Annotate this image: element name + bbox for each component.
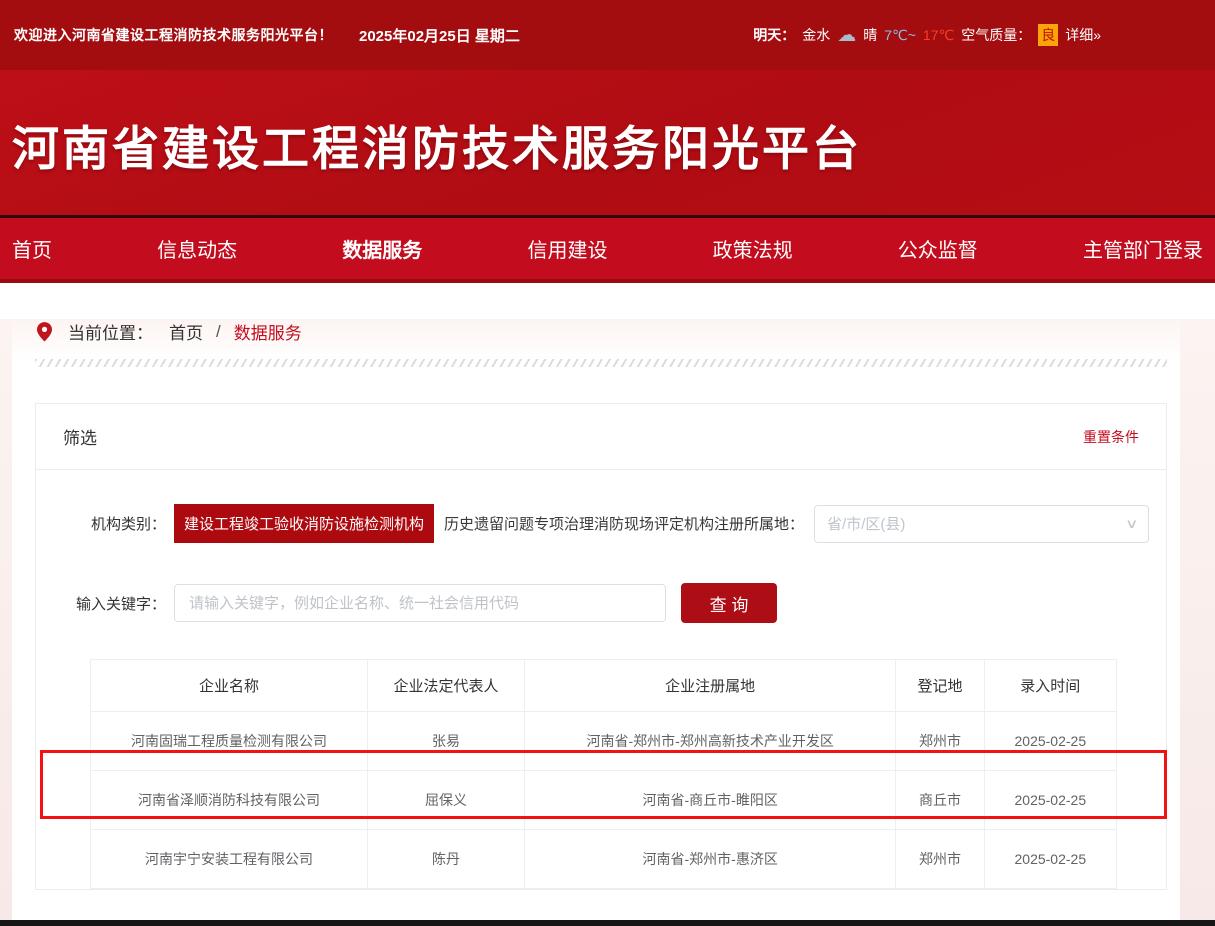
region-select[interactable]: 省/市/区(县) ∨ [814,505,1149,543]
table-header-cell: 企业名称 [91,660,368,712]
category-option-unselected[interactable]: 历史遗留问题专项治理消防现场评定机构 [444,513,714,534]
nav-item-6[interactable]: 公众监督 [898,234,978,263]
page: 欢迎进入河南省建设工程消防技术服务阳光平台！ 2025年02月25日 星期二 明… [0,0,1215,926]
breadcrumb: 当前位置： 首页 / 数据服务 [37,319,1215,344]
table-row: 河南宇宁安装工程有限公司陈丹河南省-郑州市-惠济区郑州市2025-02-25 [91,830,1117,889]
keyword-filter-row: 输入关键字： 查 询 [60,583,1142,623]
table-cell: 屈保义 [368,771,525,830]
table-cell: 河南省-商丘市-睢阳区 [524,771,895,830]
category-filter-row: 机构类别： 建设工程竣工验收消防设施检测机构 历史遗留问题专项治理消防现场评定机… [60,504,1142,543]
nav-item-7[interactable]: 主管部门登录 [1083,234,1203,263]
table-header-row: 企业名称企业法定代表人企业注册属地登记地录入时间 [91,660,1117,712]
nav-item-4[interactable]: 信用建设 [527,234,607,263]
weather-label: 明天： [753,25,795,45]
weather-district: 金水 [802,25,830,45]
table-cell: 商丘市 [896,771,984,830]
table-body: 河南固瑞工程质量检测有限公司张易河南省-郑州市-郑州高新技术产业开发区郑州市20… [91,712,1117,889]
filter-panel-body: 机构类别： 建设工程竣工验收消防设施检测机构 历史遗留问题专项治理消防现场评定机… [36,470,1166,889]
breadcrumb-home-link[interactable]: 首页 [169,319,203,344]
chevron-down-icon: ∨ [1125,516,1138,532]
filter-panel: 筛选 重置条件 机构类别： 建设工程竣工验收消防设施检测机构 历史遗留问题专项治… [35,403,1167,890]
right-edge-strip [1180,319,1215,926]
slash-divider [35,359,1167,367]
table-header-cell: 登记地 [896,660,984,712]
left-edge-strip [0,319,12,926]
table-cell: 河南省泽顺消防科技有限公司 [91,771,368,830]
table-cell: 河南省-郑州市-郑州高新技术产业开发区 [524,712,895,771]
table-row: 河南省泽顺消防科技有限公司屈保义河南省-商丘市-睢阳区商丘市2025-02-25 [91,771,1117,830]
main-nav: 首页 信息动态 数据服务 信用建设 政策法规 公众监督 主管部门登录 [0,218,1215,283]
reset-filters-link[interactable]: 重置条件 [1083,427,1139,447]
table-cell: 河南省-郑州市-惠济区 [524,830,895,889]
nav-item-5[interactable]: 政策法规 [713,234,793,263]
table-cell: 河南固瑞工程质量检测有限公司 [91,712,368,771]
keyword-label: 输入关键字： [60,593,166,614]
region-label: 注册所属地： [714,513,804,534]
table-cell: 2025-02-25 [984,712,1116,771]
region-select-placeholder: 省/市/区(县) [827,513,905,534]
table-header-cell: 录入时间 [984,660,1116,712]
filter-panel-header: 筛选 重置条件 [36,404,1166,470]
table-cell: 2025-02-25 [984,771,1116,830]
location-pin-icon [37,322,52,342]
table-cell: 2025-02-25 [984,830,1116,889]
welcome-text: 欢迎进入河南省建设工程消防技术服务阳光平台！ [14,25,333,45]
weather-widget: 明天： 金水 ☁ 晴 7℃~ 17℃ 空气质量： 良 详细» [753,24,1101,46]
table-cell: 陈丹 [368,830,525,889]
weather-condition: 晴 [863,25,877,45]
temp-high: 17℃ [923,27,954,44]
breadcrumb-label: 当前位置： [68,319,153,344]
table-cell: 郑州市 [896,712,984,771]
temp-low: 7℃~ [884,27,916,44]
breadcrumb-separator: / [216,322,221,342]
table-cell: 张易 [368,712,525,771]
category-option-selected[interactable]: 建设工程竣工验收消防设施检测机构 [174,504,434,543]
category-label: 机构类别： [60,513,166,534]
results-table-wrap: 企业名称企业法定代表人企业注册属地登记地录入时间 河南固瑞工程质量检测有限公司张… [90,659,1117,889]
current-date: 2025年02月25日 星期二 [359,25,520,46]
table-row: 河南固瑞工程质量检测有限公司张易河南省-郑州市-郑州高新技术产业开发区郑州市20… [91,712,1117,771]
keyword-input[interactable] [174,584,666,622]
site-title: 河南省建设工程消防技术服务阳光平台 [0,70,1215,179]
table-header-cell: 企业注册属地 [524,660,895,712]
aqi-badge: 良 [1038,24,1058,46]
nav-item-2[interactable]: 信息动态 [157,234,237,263]
nav-item-1[interactable]: 首页 [12,234,52,263]
table-cell: 河南宇宁安装工程有限公司 [91,830,368,889]
region-filter-group: 注册所属地： 省/市/区(县) ∨ [714,505,1149,543]
site-banner: 河南省建设工程消防技术服务阳光平台 [0,70,1215,215]
table-header-cell: 企业法定代表人 [368,660,525,712]
footer-bar [0,920,1215,926]
breadcrumb-current-link[interactable]: 数据服务 [234,319,302,344]
main-content: 当前位置： 首页 / 数据服务 筛选 重置条件 机构类别： 建设工程竣工验收消防… [0,319,1215,926]
results-table: 企业名称企业法定代表人企业注册属地登记地录入时间 河南固瑞工程质量检测有限公司张… [90,659,1117,889]
table-cell: 郑州市 [896,830,984,889]
cloud-icon: ☁ [837,26,856,45]
top-info-bar: 欢迎进入河南省建设工程消防技术服务阳光平台！ 2025年02月25日 星期二 明… [0,0,1215,70]
weather-detail-link[interactable]: 详细» [1065,25,1101,45]
filter-title: 筛选 [63,424,97,449]
aqi-label: 空气质量： [961,25,1031,45]
search-button[interactable]: 查 询 [681,583,777,623]
nav-item-3[interactable]: 数据服务 [342,234,422,263]
